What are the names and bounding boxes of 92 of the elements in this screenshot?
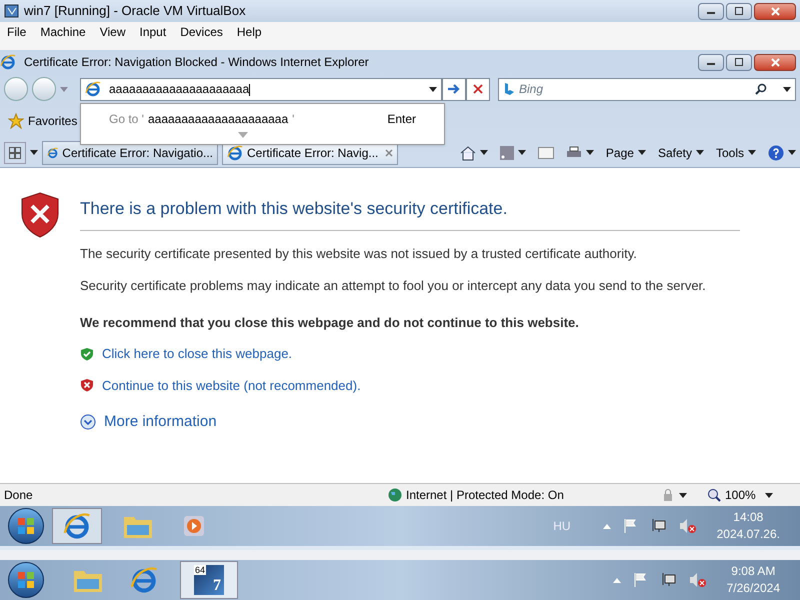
restore-button[interactable] [726, 2, 752, 20]
body-paragraph: The security certificate presented by this website was not issued by a trusted certificate authority. [80, 244, 638, 262]
stop-button[interactable] [466, 78, 490, 100]
help-icon [768, 144, 784, 160]
caret-icon [788, 150, 796, 155]
favorites-button[interactable]: Favorites [28, 112, 78, 130]
network-icon [660, 572, 677, 588]
browser-e-icon [130, 566, 158, 594]
browser-e-icon [0, 54, 16, 70]
menu-item[interactable]: Help [230, 23, 269, 41]
browser-e-icon [63, 512, 91, 540]
network-icon [650, 518, 667, 534]
arrow-right-icon [447, 83, 461, 95]
tray-expand-icon [602, 524, 611, 528]
menu-item[interactable]: Devices [173, 23, 230, 41]
link[interactable]: Click here to close this webpage. [102, 344, 292, 364]
lock-icon [661, 488, 675, 502]
body-paragraph: Security certificate problems may indicate an attempt to fool you or intercept any data you send to the server. [80, 276, 707, 294]
play-icon [183, 515, 205, 537]
more-information-link[interactable]: More information [104, 411, 217, 434]
menu-item[interactable]: View [92, 23, 132, 41]
start-button[interactable] [8, 562, 44, 598]
taskbar-browser-button[interactable] [52, 508, 102, 544]
shield-x-icon [80, 378, 94, 392]
suggestion-query[interactable]: aaaaaaaaaaaaaaaaaaaaa [148, 110, 288, 128]
shortcut-hint: Enter [387, 111, 416, 128]
printer-icon [566, 146, 582, 160]
search-field[interactable]: Bing [498, 78, 796, 100]
expand-icon [80, 414, 96, 430]
menu-item[interactable]: Input [132, 23, 174, 41]
window-title: Certificate Error: Navigation Blocked - Windows Internet Explorer [24, 54, 369, 71]
caret-icon [748, 150, 756, 155]
zoom-icon [707, 488, 721, 502]
link[interactable]: Continue to this website (not recommended). [102, 376, 361, 395]
command-menu[interactable]: Safety [658, 144, 704, 162]
caret-icon [765, 492, 773, 498]
menu-item[interactable]: File [0, 23, 34, 41]
shield-check-icon [80, 346, 94, 361]
close-icon [770, 58, 780, 66]
caret-icon [60, 86, 68, 92]
close-button[interactable] [754, 2, 796, 20]
address-field[interactable]: aaaaaaaaaaaaaaaaaaaaa [80, 78, 442, 100]
minimize-button[interactable] [698, 2, 724, 20]
flag-icon [632, 572, 649, 588]
speaker-muted-icon [678, 518, 697, 534]
tray-expand-icon [612, 578, 621, 582]
page-e-icon [85, 81, 101, 97]
app-logo-icon: 64 7 [194, 565, 224, 595]
globe-icon [388, 488, 402, 502]
caret-icon [783, 86, 791, 92]
search-icon [755, 83, 767, 95]
close-icon [385, 148, 393, 156]
caret-icon [429, 86, 437, 92]
virtualbox-icon [4, 3, 20, 19]
caret-icon [480, 150, 488, 155]
caret-icon [679, 492, 687, 498]
caret-icon [518, 150, 526, 155]
taskbar-app-button[interactable]: 64 7 [180, 561, 238, 599]
command-menu[interactable]: Page [606, 144, 646, 162]
start-button[interactable] [8, 508, 44, 544]
close-icon [473, 84, 483, 94]
minimize-button[interactable] [698, 54, 724, 70]
windows-logo-icon [17, 517, 35, 535]
quick-tabs-button[interactable] [4, 142, 26, 164]
shield-x-icon [20, 192, 60, 238]
grid-icon [9, 146, 21, 158]
window-title: win7 [Running] - Oracle VM VirtualBox [24, 2, 247, 20]
caret-icon [586, 150, 594, 155]
star-icon [8, 113, 24, 129]
suggestion-suffix: ' [292, 111, 294, 128]
restore-button[interactable] [726, 54, 752, 70]
security-zone: Internet | Protected Mode: On [406, 487, 565, 504]
command-menu[interactable]: Tools [716, 144, 756, 162]
home-icon [460, 144, 476, 160]
bing-icon [503, 82, 515, 96]
windows-logo-icon [17, 571, 35, 589]
error-heading: There is a problem with this website's security certificate. [80, 196, 740, 230]
flag-icon [622, 518, 639, 534]
zoom-level[interactable]: 100% [725, 486, 765, 504]
recommendation-text: We recommend that you close this webpage and do not continue to this website. [80, 314, 580, 332]
close-button[interactable] [754, 54, 796, 70]
caret-icon [696, 150, 704, 155]
browser-e-icon [227, 144, 243, 160]
suggestion-prefix: Go to ' [109, 111, 144, 128]
expand-icon [238, 132, 248, 138]
close-icon [770, 6, 780, 16]
caret-icon [30, 150, 38, 155]
caret-icon [638, 150, 646, 155]
menu-item[interactable]: Machine [33, 23, 93, 41]
speaker-muted-icon [688, 572, 707, 588]
go-button[interactable] [442, 78, 466, 100]
status-text: Done [4, 487, 34, 504]
